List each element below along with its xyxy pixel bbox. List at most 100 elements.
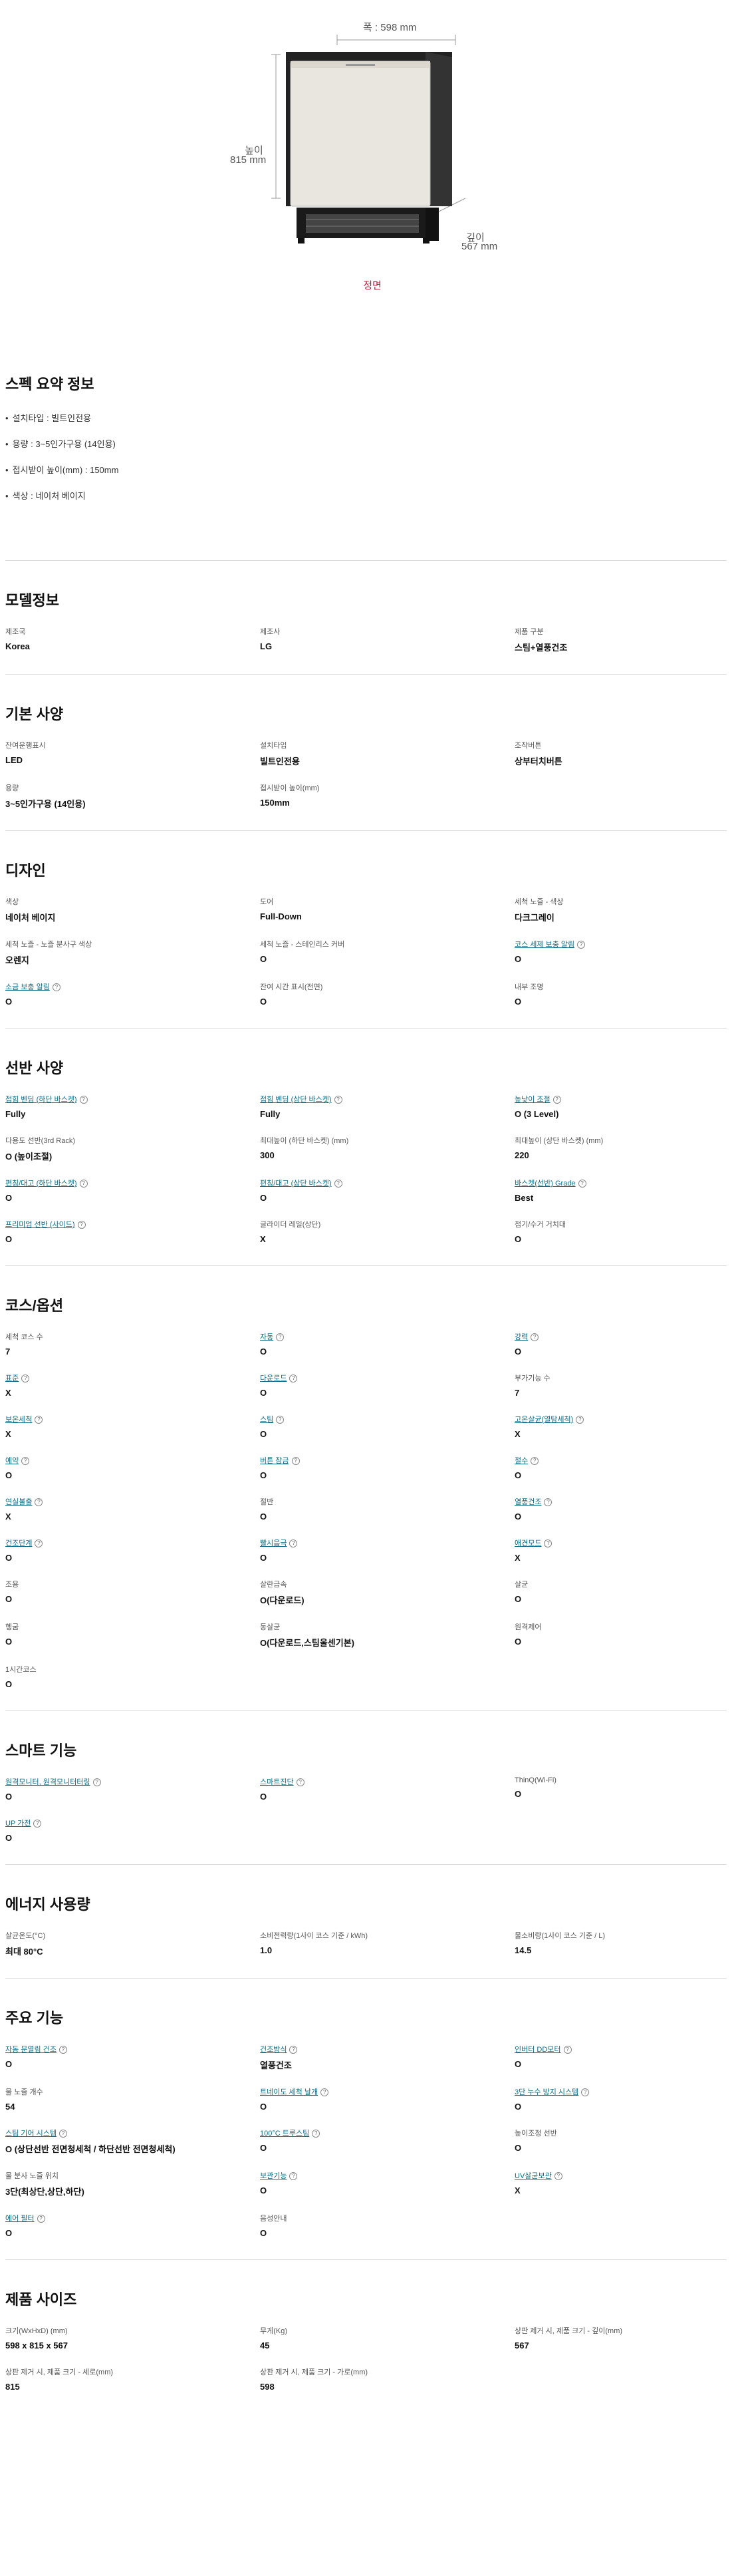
spec-item: 보관기능? O bbox=[260, 2170, 515, 2198]
spec-label-link[interactable]: 애견모드? bbox=[515, 1537, 727, 1548]
info-icon[interactable]: ? bbox=[289, 1374, 298, 1382]
spec-label-link[interactable]: 높낮이 조절? bbox=[515, 1094, 727, 1104]
spec-label-link[interactable]: UV살균보관? bbox=[515, 2170, 727, 2181]
spec-value: O bbox=[515, 2143, 522, 2153]
spec-label-text: 버튼 잠금 bbox=[260, 1457, 289, 1465]
info-icon[interactable]: ? bbox=[334, 1096, 342, 1104]
spec-label-link[interactable]: 절수? bbox=[515, 1455, 727, 1466]
info-icon[interactable]: ? bbox=[544, 1539, 552, 1547]
info-icon[interactable]: ? bbox=[37, 2215, 45, 2223]
spec-label-link[interactable]: 자동? bbox=[260, 1331, 515, 1342]
spec-item: 바스켓(선반) Grade? Best bbox=[515, 1178, 727, 1204]
spec-label-text: 소비전력량(1사이 코스 기준 / kWh) bbox=[260, 1932, 368, 1940]
info-icon[interactable]: ? bbox=[289, 2172, 298, 2180]
spec-label-link[interactable]: 코스 세제 보충 알림? bbox=[515, 939, 727, 949]
spec-label-link[interactable]: 프리미엄 선반 (사이드)? bbox=[5, 1219, 260, 1229]
spec-label-text: 건조단계 bbox=[5, 1539, 33, 1547]
spec-label-link[interactable]: 보관기능? bbox=[260, 2170, 515, 2181]
spec-label-link[interactable]: 건조방식? bbox=[260, 2044, 515, 2054]
spec-label-link[interactable]: 보온세척? bbox=[5, 1414, 260, 1424]
spec-value: O bbox=[515, 997, 522, 1007]
spec-label-link[interactable]: 예약? bbox=[5, 1455, 260, 1466]
info-icon[interactable]: ? bbox=[289, 1539, 298, 1547]
spec-label-link[interactable]: 원격모니터, 원격모니터터링? bbox=[5, 1776, 260, 1787]
spec-label-text: 헹굼 bbox=[5, 1623, 19, 1631]
spec-label-link[interactable]: UP 가전? bbox=[5, 1818, 260, 1828]
spec-value: O bbox=[5, 1637, 13, 1647]
spec-label-link[interactable]: 3단 누수 방지 시스템? bbox=[515, 2086, 727, 2097]
info-icon[interactable]: ? bbox=[578, 1180, 586, 1188]
info-icon[interactable]: ? bbox=[92, 1778, 101, 1786]
info-icon[interactable]: ? bbox=[552, 1096, 561, 1104]
spec-label-link[interactable]: 소금 보충 알림? bbox=[5, 981, 260, 992]
info-icon[interactable]: ? bbox=[320, 2088, 329, 2096]
spec-label-link[interactable]: 인버터 DD모터? bbox=[515, 2044, 727, 2054]
info-icon[interactable]: ? bbox=[334, 1180, 342, 1188]
info-icon[interactable]: ? bbox=[576, 1416, 584, 1424]
spec-label-link[interactable]: 바스켓(선반) Grade? bbox=[515, 1178, 727, 1188]
info-icon[interactable]: ? bbox=[276, 1416, 285, 1424]
spec-label-text: 3단 누수 방지 시스템 bbox=[515, 2088, 579, 2096]
spec-label-link[interactable]: 접힘 벤딩 (하단 바스켓)? bbox=[5, 1094, 260, 1104]
info-icon[interactable]: ? bbox=[554, 2172, 562, 2180]
spec-label: 크기(WxHxD) (mm) bbox=[5, 2325, 260, 2336]
spec-item: 최대높이 (상단 바스켓) (mm) 220 bbox=[515, 1135, 727, 1163]
spec-value: O bbox=[515, 1347, 522, 1357]
spec-label-link[interactable]: 편칭/대고 (하단 바스켓)? bbox=[5, 1178, 260, 1188]
info-icon[interactable]: ? bbox=[59, 2130, 67, 2138]
spec-label: 음성안내 bbox=[260, 2213, 515, 2223]
spec-value: O bbox=[260, 2102, 267, 2112]
info-icon[interactable]: ? bbox=[577, 941, 586, 949]
spec-label-link[interactable]: 열풍건조? bbox=[515, 1496, 727, 1507]
info-icon[interactable]: ? bbox=[563, 2046, 572, 2054]
spec-label-link[interactable]: 스마트진단? bbox=[260, 1776, 515, 1787]
spec-value: O(다운로드,스팀울센기본) bbox=[260, 1638, 354, 1648]
spec-label-link[interactable]: 버튼 잠금? bbox=[260, 1455, 515, 1466]
info-icon[interactable]: ? bbox=[581, 2088, 590, 2096]
spec-label-link[interactable]: 접힘 벤딩 (상단 바스켓)? bbox=[260, 1094, 515, 1104]
spec-label-link[interactable]: 자동 문열림 건조? bbox=[5, 2044, 260, 2054]
spec-value: O bbox=[260, 954, 267, 964]
info-icon[interactable]: ? bbox=[52, 983, 61, 991]
info-icon[interactable]: ? bbox=[21, 1374, 30, 1382]
spec-label-text: 건조방식 bbox=[260, 2046, 287, 2054]
spec-value: LED bbox=[5, 755, 23, 765]
info-icon[interactable]: ? bbox=[35, 1498, 43, 1506]
spec-value: 3~5인가구용 (14인용) bbox=[5, 799, 86, 809]
spec-value: O bbox=[5, 1234, 13, 1244]
spec-label-link[interactable]: 에어 필터? bbox=[5, 2213, 260, 2223]
info-icon[interactable]: ? bbox=[291, 1457, 300, 1465]
info-icon[interactable]: ? bbox=[35, 1416, 43, 1424]
info-icon[interactable]: ? bbox=[289, 2046, 298, 2054]
spec-label-link[interactable]: 다운로드? bbox=[260, 1372, 515, 1383]
spec-label-link[interactable]: 트네이도 세척 날개? bbox=[260, 2086, 515, 2097]
info-icon[interactable]: ? bbox=[544, 1498, 552, 1506]
info-icon[interactable]: ? bbox=[77, 1221, 86, 1229]
info-icon[interactable]: ? bbox=[531, 1457, 539, 1465]
info-icon[interactable]: ? bbox=[59, 2046, 67, 2054]
spec-label-link[interactable]: 강력? bbox=[515, 1331, 727, 1342]
info-icon[interactable]: ? bbox=[35, 1539, 43, 1547]
info-icon[interactable]: ? bbox=[21, 1457, 30, 1465]
info-icon[interactable]: ? bbox=[79, 1180, 88, 1188]
spec-value: 150mm bbox=[260, 798, 290, 808]
info-icon[interactable]: ? bbox=[79, 1096, 88, 1104]
spec-label-link[interactable]: 빨시음극? bbox=[260, 1537, 515, 1548]
spec-label-link[interactable]: 스팀 기어 시스템? bbox=[5, 2128, 260, 2138]
spec-label-text: 살균온도(°C) bbox=[5, 1932, 46, 1940]
info-icon[interactable]: ? bbox=[276, 1333, 285, 1341]
info-icon[interactable]: ? bbox=[296, 1778, 305, 1786]
spec-label-link[interactable]: 표준? bbox=[5, 1372, 260, 1383]
spec-label-link[interactable]: 스팀? bbox=[260, 1414, 515, 1424]
spec-label-link[interactable]: 100°C 트루스팀? bbox=[260, 2128, 515, 2138]
spec-item: 글라이더 레일(상단) X bbox=[260, 1219, 515, 1245]
info-icon[interactable]: ? bbox=[33, 1820, 42, 1828]
info-icon[interactable]: ? bbox=[531, 1333, 539, 1341]
spec-item: 높이조정 선반 O bbox=[515, 2128, 727, 2156]
spec-label-link[interactable]: 고온살균(열탕세척)? bbox=[515, 1414, 727, 1424]
spec-label-link[interactable]: 건조단계? bbox=[5, 1537, 260, 1548]
spec-label-link[interactable]: 편칭/대고 (상단 바스켓)? bbox=[260, 1178, 515, 1188]
spec-label-link[interactable]: 연실불출? bbox=[5, 1496, 260, 1507]
info-icon[interactable]: ? bbox=[312, 2130, 320, 2138]
spec-section: 에너지 사용량 살균온도(°C) 최대 80°C 소비전력량(1사이 코스 기준 / … bbox=[5, 1864, 727, 1978]
